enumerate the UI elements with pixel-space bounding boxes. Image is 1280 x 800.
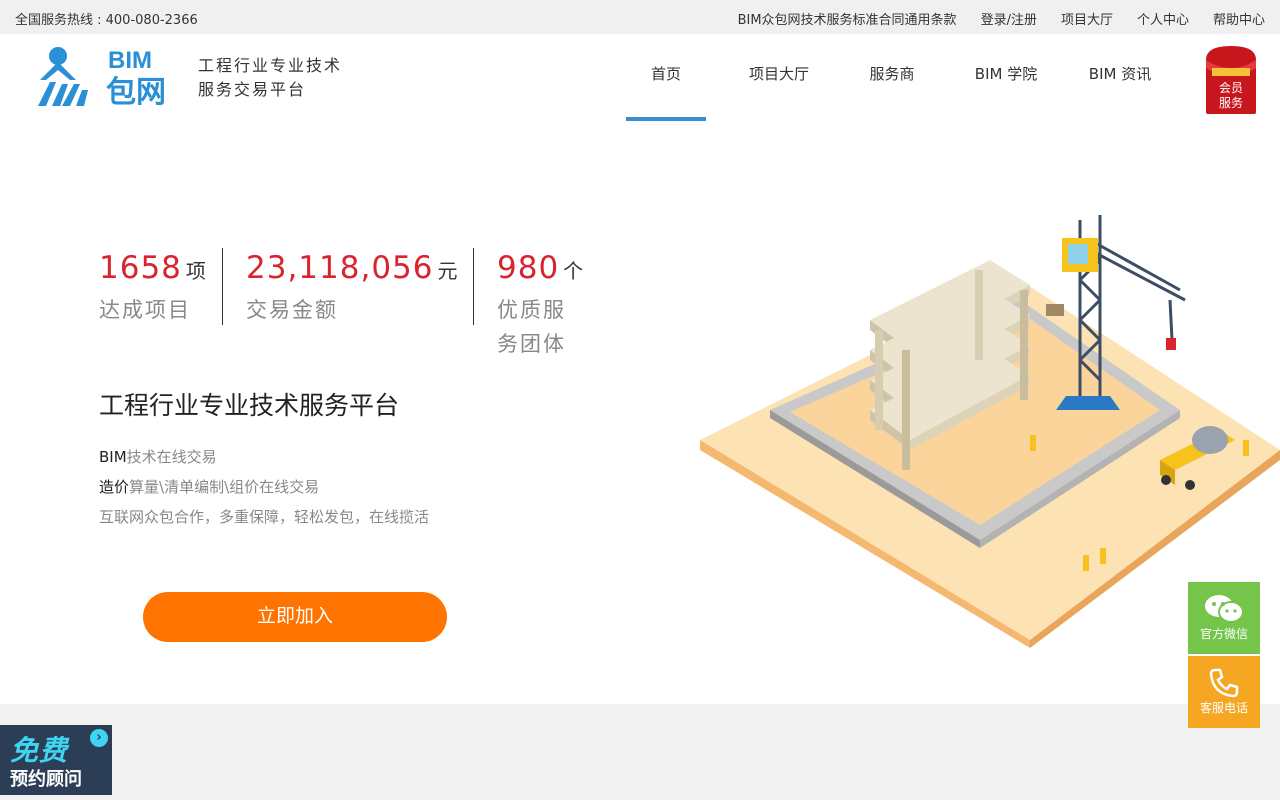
svg-text:包网: 包网 <box>106 75 166 108</box>
svg-text:会员: 会员 <box>1219 81 1243 95</box>
stat-projects-unit: 项 <box>185 259 207 283</box>
stat-projects-value: 1658 <box>99 250 182 286</box>
contract-terms-link[interactable]: BIM众包网技术服务标准合同通用条款 <box>738 9 957 28</box>
nav-bim-academy[interactable]: BIM 学院 <box>932 34 1080 124</box>
login-register-link[interactable]: 登录/注册 <box>981 9 1037 28</box>
vip-service-badge[interactable]: 会员 服务 <box>1204 44 1258 116</box>
header: BIM 包网 工程行业专业技术 服务交易平台 首页 项目大厅 服务商 BIM 学… <box>0 34 1280 124</box>
consult-book-text: 预约顾问 <box>10 769 82 790</box>
top-bar: 全国服务热线 : 400-080-2366 BIM众包网技术服务标准合同通用条款… <box>0 0 1280 34</box>
stat-divider <box>222 248 223 325</box>
free-consultant-widget[interactable]: 免费 预约顾问 › <box>0 725 112 795</box>
join-now-button[interactable]: 立即加入 <box>143 592 447 642</box>
service-hotline: 全国服务热线 : 400-080-2366 <box>15 13 198 28</box>
top-links: BIM众包网技术服务标准合同通用条款 登录/注册 项目大厅 个人中心 帮助中心 <box>738 9 1265 28</box>
stat-projects-label: 达成项目 <box>99 298 191 322</box>
nav-home[interactable]: 首页 <box>626 34 706 124</box>
stat-teams-value: 980 <box>497 250 560 286</box>
slogan-line-2: 服务交易平台 <box>198 80 307 99</box>
stat-teams-label: 优质服务团体 <box>497 298 566 356</box>
slogan-line-1: 工程行业专业技术 <box>198 56 343 75</box>
nav-service-providers[interactable]: 服务商 <box>852 34 932 124</box>
stat-teams: 980 个 优质服务团体 <box>497 246 584 361</box>
svg-text:服务: 服务 <box>1219 95 1243 110</box>
project-hall-link[interactable]: 项目大厅 <box>1061 9 1113 28</box>
chevron-right-icon: › <box>90 729 108 747</box>
main-nav: 首页 项目大厅 服务商 BIM 学院 BIM 资讯 <box>626 34 1160 124</box>
logo[interactable]: BIM 包网 <box>36 44 176 108</box>
stat-amount-unit: 元 <box>437 259 459 283</box>
nav-project-hall[interactable]: 项目大厅 <box>706 34 852 124</box>
nav-bim-news[interactable]: BIM 资讯 <box>1080 34 1160 124</box>
official-wechat-button[interactable]: 官方微信 <box>1188 582 1260 654</box>
stat-amount-value: 23,118,056 <box>246 250 434 286</box>
customer-service-phone-button[interactable]: 客服电话 <box>1188 656 1260 728</box>
stat-teams-unit: 个 <box>563 259 585 283</box>
stat-divider <box>473 248 474 325</box>
wechat-icon <box>1205 595 1244 623</box>
hero-description: BIM技术在线交易 造价算量\清单编制\组价在线交易 互联网众包合作，多重保障，… <box>99 442 429 532</box>
phone-icon <box>1209 668 1239 698</box>
hero-line-cost: 造价算量\清单编制\组价在线交易 <box>99 478 320 496</box>
wechat-label: 官方微信 <box>1199 627 1248 641</box>
stat-projects: 1658 项 达成项目 <box>99 246 207 327</box>
personal-center-link[interactable]: 个人中心 <box>1137 9 1189 28</box>
consult-free-text: 免费 <box>10 734 69 767</box>
hero-line-crowdsourcing: 互联网众包合作，多重保障，轻松发包，在线揽活 <box>99 508 430 526</box>
slogan: 工程行业专业技术 服务交易平台 <box>198 54 342 102</box>
stat-amount: 23,118,056 元 交易金额 <box>246 246 459 327</box>
hero-title: 工程行业专业技术服务平台 <box>99 391 400 420</box>
phone-label: 客服电话 <box>1199 701 1248 715</box>
stat-amount-label: 交易金额 <box>246 298 338 322</box>
lower-section-background <box>0 704 1280 800</box>
svg-text:BIM: BIM <box>108 47 152 74</box>
help-center-link[interactable]: 帮助中心 <box>1213 9 1265 28</box>
hero-line-bim: BIM技术在线交易 <box>99 448 217 466</box>
